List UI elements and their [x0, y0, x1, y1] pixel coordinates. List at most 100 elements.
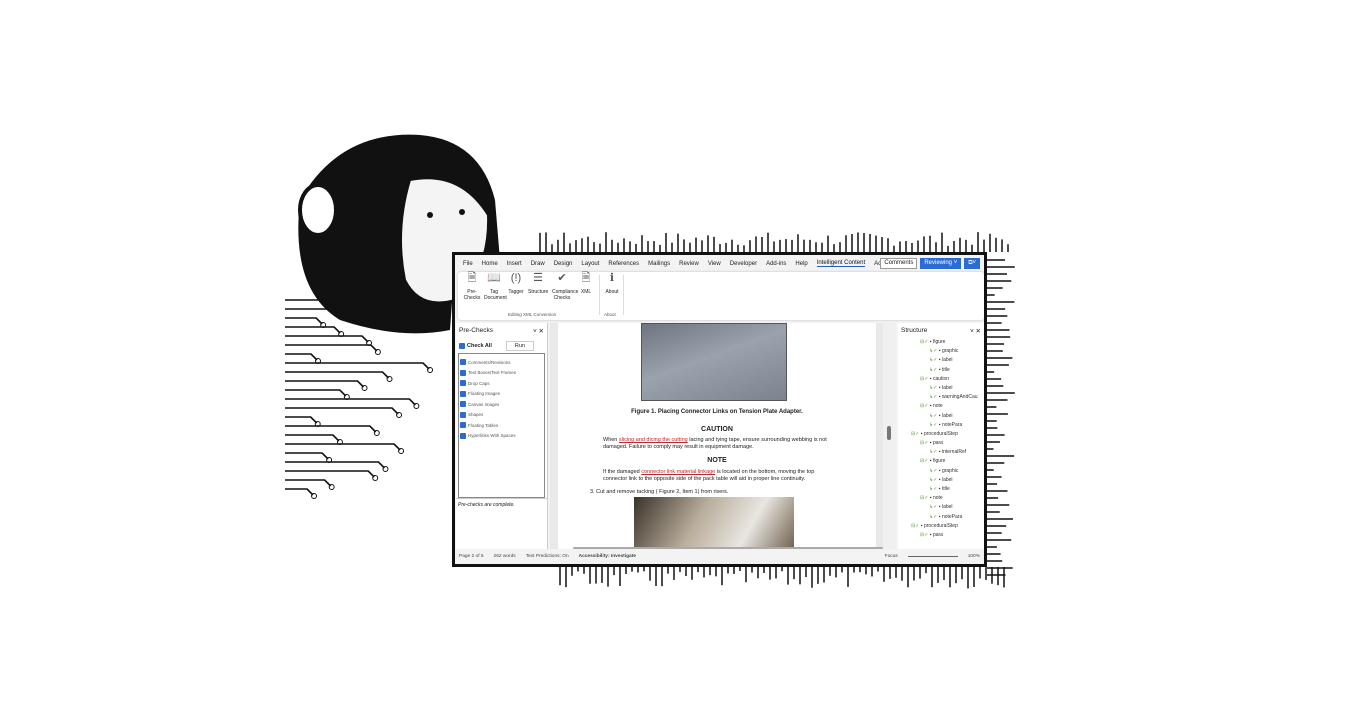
node-label: note — [932, 495, 943, 502]
node-label: title — [941, 486, 950, 492]
tab-view[interactable]: View — [708, 261, 721, 267]
text-predictions[interactable]: Text Predictions: On — [526, 554, 569, 559]
zoom-level[interactable]: 100% — [968, 554, 980, 559]
tracked-change[interactable]: slicing and dicing the cutting — [619, 437, 688, 443]
structure-node[interactable]: ↳✓ ▪ title — [898, 367, 984, 376]
structure-node[interactable]: ↳✓ ▪ internalRef — [898, 449, 984, 458]
tab-draw[interactable]: Draw — [531, 261, 545, 267]
tagger-button[interactable]: (!) Tagger — [506, 273, 526, 296]
about-button[interactable]: ℹ About — [602, 273, 622, 296]
tab-intelligent-content[interactable]: Intelligent Content — [816, 260, 866, 267]
prechecks-title: Pre-Checks — [459, 327, 493, 334]
pane-controls[interactable]: ˅ ✕ — [533, 327, 544, 335]
structure-node[interactable]: ⊟✓ ▪ caution — [898, 376, 984, 385]
tab-layout[interactable]: Layout — [581, 261, 599, 267]
tree-node-icon: ⊟✓ — [920, 339, 929, 345]
node-label: note — [932, 403, 943, 410]
tree-node-icon: ↳✓ — [929, 421, 938, 428]
structure-node[interactable]: ⊟✓ ▪ para — [898, 440, 984, 449]
tree-node-icon: ⊟✓ — [911, 430, 920, 437]
circuit-trace — [285, 461, 386, 469]
structure-node[interactable]: ⊟✓ ▪ figure — [898, 458, 984, 467]
structure-node[interactable]: ↳✓ ▪ graphic — [898, 468, 984, 477]
structure-node[interactable]: ↳✓ ▪ notePara — [898, 514, 984, 523]
tag-document-button[interactable]: 📖 Tag Document — [484, 273, 507, 302]
tracked-change[interactable]: connector link material linkage — [641, 469, 715, 475]
tab-design[interactable]: Design — [554, 261, 573, 267]
structure-node[interactable]: ↳✓ ▪ label — [898, 413, 984, 422]
precheck-item[interactable]: Shapes — [459, 410, 544, 421]
zoom-slider[interactable] — [907, 556, 958, 557]
document-search-icon: 🗎 — [467, 272, 477, 284]
precheck-item[interactable]: Hyperlinks With Spaces — [459, 431, 544, 442]
structure-node[interactable]: ↳✓ ▪ graphic — [898, 348, 984, 357]
structure-node[interactable]: ⊟✓ ▪ note — [898, 495, 984, 504]
checkmark-icon: ✔ — [557, 272, 567, 284]
pre-checks-button[interactable]: 🗎 Pre-Checks — [462, 272, 482, 302]
structure-node[interactable]: ⊟✓ ▪ proceduralStep — [898, 523, 984, 532]
structure-node[interactable]: ↳✓ ▪ label — [898, 504, 984, 513]
structure-node[interactable]: ↳✓ ▪ title — [898, 486, 984, 495]
tree-node-icon: ↳✓ — [929, 449, 938, 456]
document-page: Figure 1. Placing Connector Links on Ten… — [558, 323, 876, 551]
tab-file[interactable]: File — [463, 261, 473, 267]
button-label: Tag Document — [484, 289, 507, 301]
prechecks-list: Comments/Revisions Text Boxes/Text Frames… — [458, 353, 545, 498]
precheck-label: Canvas Images — [468, 401, 500, 407]
node-label: label — [941, 504, 953, 511]
structure-node[interactable]: ↳✓ ▪ label — [898, 357, 984, 366]
share-button[interactable]: ⧉˅ — [964, 258, 980, 269]
page-count[interactable]: Page 2 of 5 — [459, 554, 484, 559]
structure-button[interactable]: ☰ Structure — [528, 273, 548, 296]
tree-node-icon: ⊟✓ — [920, 458, 929, 465]
tab-developer[interactable]: Developer — [730, 261, 757, 267]
precheck-item[interactable]: Floating Images — [459, 389, 544, 400]
tree-node-icon: ↳✓ — [929, 357, 938, 364]
precheck-item[interactable]: Canvas Images — [459, 399, 544, 410]
focus-button[interactable]: Focus — [885, 554, 898, 559]
precheck-item[interactable]: Text Boxes/Text Frames — [459, 368, 544, 379]
circuit-node — [311, 493, 318, 499]
tree-node-icon: ↳✓ — [929, 348, 938, 355]
tab-add-ins[interactable]: Add-ins — [766, 261, 786, 267]
tab-insert[interactable]: Insert — [507, 261, 522, 267]
structure-node[interactable]: ↳✓ ▪ label — [898, 477, 984, 486]
node-label: caution — [932, 375, 950, 382]
structure-node[interactable]: ↳✓ ▪ notePara — [898, 422, 984, 431]
precheck-item[interactable]: Comments/Revisions — [459, 357, 544, 368]
precheck-item[interactable]: Drop Caps — [459, 378, 544, 389]
reviewing-button[interactable]: Reviewing ˅ — [920, 258, 962, 269]
run-button[interactable]: Run — [505, 341, 534, 351]
tab-help[interactable]: Help — [795, 261, 807, 267]
tree-node-icon: ↳✓ — [929, 486, 938, 492]
compliance-checks-button[interactable]: ✔ Compliance Checks — [552, 272, 578, 302]
structure-node[interactable]: ⊟✓ ▪ figure — [898, 339, 984, 348]
tree-node-icon: ⊟✓ — [911, 522, 920, 529]
tab-home[interactable]: Home — [482, 261, 498, 267]
structure-node[interactable]: ↳✓ ▪ warningAndCau — [898, 394, 984, 403]
tab-mailings[interactable]: Mailings — [648, 261, 670, 267]
structure-node[interactable]: ⊟✓ ▪ para — [898, 532, 984, 541]
pane-controls[interactable]: ˅ ✕ — [970, 327, 981, 335]
tree-node-icon: ↳✓ — [929, 394, 938, 401]
vertical-scrollbar[interactable] — [883, 323, 896, 551]
word-window: File Home Insert Draw Design Layout References… — [452, 252, 987, 567]
circuit-trace — [285, 317, 323, 325]
precheck-item[interactable]: Floating Tables — [459, 420, 544, 431]
structure-node[interactable]: ⊟✓ ▪ proceduralStep — [898, 431, 984, 440]
note-heading: NOTE — [707, 457, 727, 464]
tab-review[interactable]: Review — [679, 261, 699, 267]
group-label-editing: Editing XML Conversion — [508, 312, 557, 317]
accessibility-status[interactable]: Accessibility: Investigate — [579, 554, 636, 559]
checkbox-icon — [460, 411, 466, 418]
tree-node-icon: ↳✓ — [929, 513, 938, 520]
check-all-checkbox[interactable]: Check All Run — [459, 341, 544, 351]
xml-button[interactable]: 🗎 XML — [576, 273, 596, 296]
caution-text: When slicing and dicing the cutting laci… — [603, 437, 827, 450]
comments-button[interactable]: Comments — [880, 258, 918, 269]
button-label: Tagger — [508, 289, 524, 295]
structure-node[interactable]: ↳✓ ▪ label — [898, 385, 984, 394]
tab-references[interactable]: References — [608, 261, 639, 267]
structure-node[interactable]: ⊟✓ ▪ note — [898, 403, 984, 412]
word-count[interactable]: 262 words — [494, 554, 516, 559]
